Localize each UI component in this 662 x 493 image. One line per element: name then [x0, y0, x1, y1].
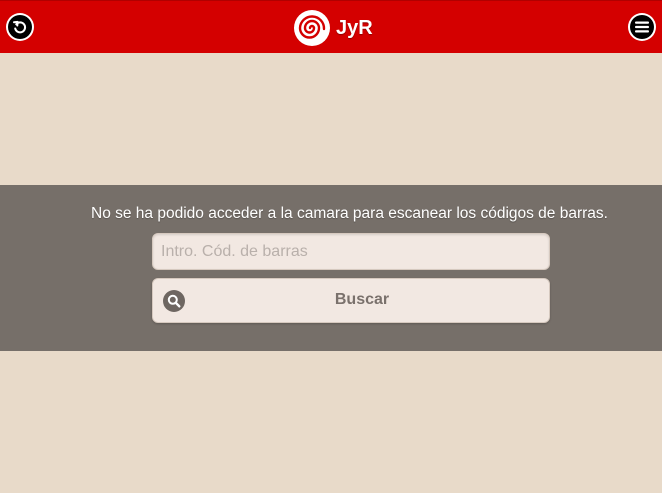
- hamburger-menu-icon: [630, 15, 654, 39]
- barcode-input[interactable]: [152, 233, 550, 270]
- back-button[interactable]: [6, 13, 34, 41]
- camera-error-message: No se ha podido acceder a la camara para…: [91, 205, 608, 222]
- spiral-logo-icon: [294, 10, 330, 46]
- search-button[interactable]: Buscar: [152, 278, 550, 323]
- menu-button[interactable]: [628, 13, 656, 41]
- app-header: JyR: [0, 0, 662, 53]
- barcode-panel: No se ha podido acceder a la camara para…: [0, 185, 662, 351]
- brand: JyR: [293, 9, 373, 47]
- search-button-label: Buscar: [334, 291, 390, 308]
- back-icon: [8, 15, 32, 39]
- brand-name: JyR: [336, 16, 373, 39]
